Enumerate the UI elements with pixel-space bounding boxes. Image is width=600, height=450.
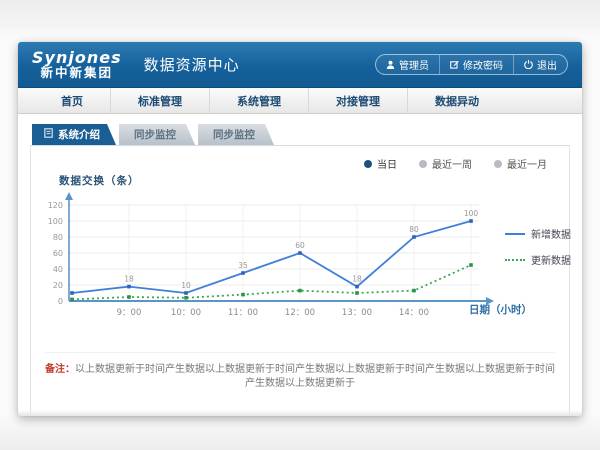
svg-text:100: 100 bbox=[464, 209, 479, 218]
nav-item-system-mgmt[interactable]: 系统管理 bbox=[209, 88, 308, 113]
svg-text:120: 120 bbox=[48, 201, 63, 210]
app-header: Synjones 新中新集团 数据资源中心 管理员 修改密码 退出 bbox=[18, 42, 582, 88]
user-account-button[interactable]: 管理员 bbox=[376, 55, 439, 74]
radio-label: 当日 bbox=[377, 156, 397, 171]
document-icon bbox=[44, 128, 53, 141]
main-nav: 首页 标准管理 系统管理 对接管理 数据异动 bbox=[18, 88, 582, 114]
nav-item-label: 对接管理 bbox=[336, 93, 380, 109]
nav-item-standard-mgmt[interactable]: 标准管理 bbox=[110, 88, 209, 113]
dotted-line-swatch-icon bbox=[505, 259, 525, 261]
logo-brand-text: Synjones bbox=[32, 50, 122, 67]
user-account-label: 管理员 bbox=[399, 57, 429, 72]
svg-text:80: 80 bbox=[53, 233, 63, 242]
line-chart-svg: 0 20 40 60 80 100 120 9：00 10：00 11：00 12：00 13：00 1… bbox=[39, 190, 499, 322]
legend-item-updated-data[interactable]: 更新数据 bbox=[505, 252, 571, 267]
tab-system-intro[interactable]: 系统介绍 bbox=[32, 124, 116, 145]
svg-text:35: 35 bbox=[238, 261, 248, 270]
tab-label: 系统介绍 bbox=[58, 127, 100, 142]
svg-text:11：00: 11：00 bbox=[228, 308, 258, 318]
nav-item-label: 标准管理 bbox=[138, 93, 182, 109]
logo-company-name: 新中新集团 bbox=[32, 66, 122, 79]
x-axis-title: 日期（小时） bbox=[469, 302, 532, 317]
svg-text:14：00: 14：00 bbox=[399, 308, 429, 318]
change-password-label: 修改密码 bbox=[463, 57, 503, 72]
user-icon bbox=[386, 60, 395, 69]
tab-label: 同步监控 bbox=[134, 127, 176, 142]
svg-text:0: 0 bbox=[58, 297, 63, 306]
legend-item-new-data[interactable]: 新增数据 bbox=[505, 226, 571, 241]
footnote-text: 以上数据更新于时间产生数据以上数据更新于时间产生数据以上数据更新于时间产生数据以… bbox=[75, 364, 555, 389]
tab-label: 同步监控 bbox=[213, 127, 255, 142]
svg-text:10: 10 bbox=[181, 281, 191, 290]
tab-sync-monitor-2[interactable]: 同步监控 bbox=[198, 124, 274, 145]
svg-text:9：00: 9：00 bbox=[117, 308, 142, 318]
window-bottom-edge bbox=[18, 410, 582, 416]
content-area: 系统介绍 同步监控 同步监控 当日 最近一周 bbox=[18, 114, 582, 416]
logout-button[interactable]: 退出 bbox=[513, 55, 567, 74]
radio-dot-icon bbox=[419, 160, 427, 168]
svg-text:80: 80 bbox=[409, 225, 419, 234]
header-user-toolbar: 管理员 修改密码 退出 bbox=[375, 54, 568, 75]
tab-bar: 系统介绍 同步监控 同步监控 bbox=[30, 124, 570, 145]
app-window: Synjones 新中新集团 数据资源中心 管理员 修改密码 退出 bbox=[18, 42, 582, 416]
nav-item-home[interactable]: 首页 bbox=[34, 88, 110, 113]
time-range-filter: 当日 最近一周 最近一月 bbox=[31, 146, 569, 171]
tab-sync-monitor-1[interactable]: 同步监控 bbox=[119, 124, 195, 145]
chart-panel: 当日 最近一周 最近一月 数据交换（条） 0 20 40 60 80 100 120 9：00… bbox=[30, 145, 570, 416]
radio-last-month[interactable]: 最近一月 bbox=[494, 156, 547, 171]
change-password-button[interactable]: 修改密码 bbox=[439, 55, 513, 74]
y-axis-title: 数据交换（条） bbox=[59, 173, 569, 188]
power-icon bbox=[524, 60, 533, 69]
legend-label: 更新数据 bbox=[531, 252, 571, 267]
svg-text:40: 40 bbox=[53, 265, 63, 274]
nav-item-label: 数据异动 bbox=[435, 93, 479, 109]
svg-text:20: 20 bbox=[53, 281, 63, 290]
nav-item-label: 首页 bbox=[61, 93, 83, 109]
page-title: 数据资源中心 bbox=[144, 54, 240, 75]
nav-item-interface-mgmt[interactable]: 对接管理 bbox=[308, 88, 407, 113]
page-top-margin bbox=[0, 0, 600, 30]
svg-text:18: 18 bbox=[352, 275, 362, 284]
svg-text:10：00: 10：00 bbox=[171, 308, 201, 318]
radio-label: 最近一月 bbox=[507, 156, 547, 171]
legend-label: 新增数据 bbox=[531, 226, 571, 241]
footnote-prefix: 备注： bbox=[45, 364, 75, 375]
svg-text:60: 60 bbox=[295, 241, 305, 250]
nav-item-data-change[interactable]: 数据异动 bbox=[407, 88, 506, 113]
svg-text:60: 60 bbox=[53, 249, 63, 258]
radio-dot-icon bbox=[494, 160, 502, 168]
svg-text:100: 100 bbox=[48, 217, 63, 226]
svg-text:18: 18 bbox=[124, 275, 134, 284]
nav-item-label: 系统管理 bbox=[237, 93, 281, 109]
chart-legend: 新增数据 更新数据 bbox=[505, 226, 571, 278]
footnote: 备注：以上数据更新于时间产生数据以上数据更新于时间产生数据以上数据更新于时间产生… bbox=[45, 352, 555, 391]
radio-label: 最近一周 bbox=[432, 156, 472, 171]
radio-last-week[interactable]: 最近一周 bbox=[419, 156, 472, 171]
logout-label: 退出 bbox=[537, 57, 557, 72]
company-logo[interactable]: Synjones 新中新集团 bbox=[32, 50, 122, 80]
svg-text:12：00: 12：00 bbox=[285, 308, 315, 318]
radio-today[interactable]: 当日 bbox=[364, 156, 397, 171]
solid-line-swatch-icon bbox=[505, 233, 525, 235]
line-chart: 0 20 40 60 80 100 120 9：00 10：00 11：00 12：00 13：00 1… bbox=[31, 190, 569, 338]
edit-icon bbox=[450, 60, 459, 69]
radio-dot-icon bbox=[364, 160, 372, 168]
svg-text:13：00: 13：00 bbox=[342, 308, 372, 318]
